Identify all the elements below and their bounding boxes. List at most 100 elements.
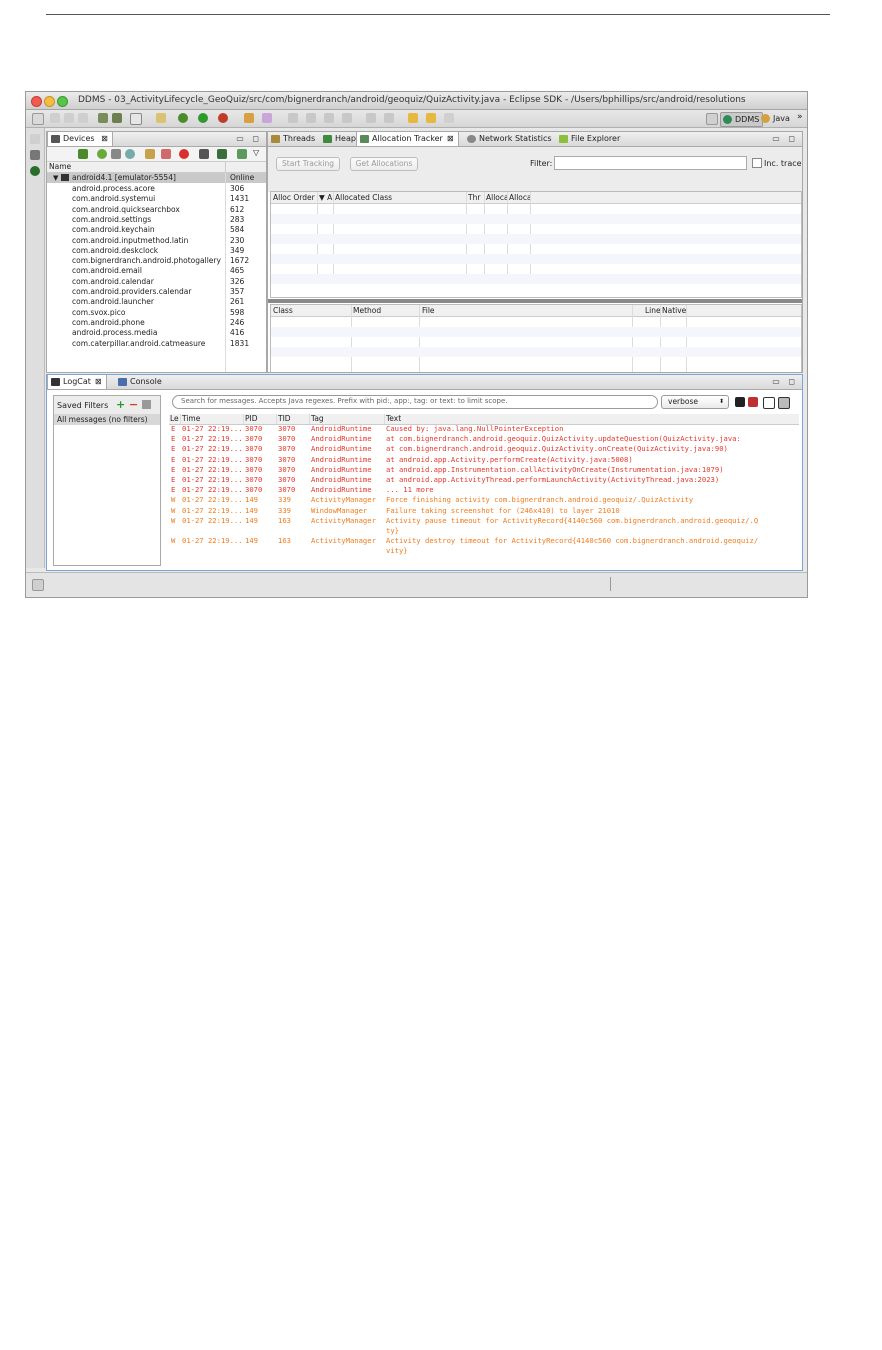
open-perspective-icon[interactable] [706, 113, 718, 125]
process-row[interactable]: com.android.launcher 261 [47, 297, 266, 307]
all-messages-filter[interactable]: All messages (no filters) [54, 414, 160, 425]
save-icon[interactable] [50, 113, 60, 123]
allocated-in-header[interactable]: Alloca [486, 192, 509, 203]
print-icon[interactable] [78, 113, 88, 123]
emulator-control-icon[interactable] [30, 150, 40, 160]
new-android-project-icon[interactable] [156, 113, 166, 123]
time-column-header[interactable]: Time [182, 414, 200, 424]
log-row[interactable]: E 01-27 22:19... 3070 3070 AndroidRuntime at… [169, 455, 799, 465]
debug-process-icon[interactable] [78, 149, 88, 159]
update-heap-icon[interactable] [97, 149, 107, 159]
minimize-maximize-icons[interactable]: ▭ ◻ [772, 134, 798, 143]
device-row[interactable]: ▼ android4.1 [emulator-5554] Online [47, 173, 266, 183]
toggle-mark-occurrences-icon[interactable] [324, 113, 334, 123]
process-row[interactable]: com.android.keychain 584 [47, 225, 266, 235]
tab-file-explorer[interactable]: File Explorer [556, 132, 624, 146]
external-tools-icon[interactable] [218, 113, 228, 123]
forward-icon[interactable] [444, 113, 454, 123]
alloc-order-header[interactable]: Alloc Order [273, 192, 315, 203]
systrace-icon[interactable] [237, 149, 247, 159]
process-row[interactable]: com.caterpillar.android.catmeasure 1831 [47, 339, 266, 349]
search-input[interactable]: Search for messages. Accepts Java regexe… [172, 395, 658, 409]
edit-filter-icon[interactable] [142, 400, 151, 409]
log-row[interactable]: ty} [169, 526, 799, 536]
allocation-size-header[interactable]: ▼ A [319, 192, 332, 203]
dump-hprof-icon[interactable] [111, 149, 121, 159]
scroll-lock-icon[interactable] [778, 397, 790, 409]
tab-logcat[interactable]: LogCat ⊠ [47, 375, 107, 389]
process-row[interactable]: com.android.inputmethod.latin 230 [47, 236, 266, 246]
process-row[interactable]: com.android.systemui 1431 [47, 194, 266, 204]
next-annotation-icon[interactable] [366, 113, 376, 123]
toggle-saved-filters-icon[interactable] [763, 397, 775, 409]
expand-triangle-icon[interactable]: ▼ [53, 173, 58, 183]
last-edit-location-icon[interactable] [408, 113, 418, 123]
screen-capture-icon[interactable] [199, 149, 209, 159]
process-row[interactable]: com.android.calendar 326 [47, 277, 266, 287]
log-row[interactable]: W 01-27 22:19... 149 339 WindowManager Failur… [169, 506, 799, 516]
pid-column-header[interactable]: PID [245, 414, 258, 424]
tab-console[interactable]: Console [115, 375, 166, 389]
process-row[interactable]: android.process.media 416 [47, 328, 266, 338]
perspective-java[interactable]: Java [759, 112, 793, 125]
save-all-icon[interactable] [64, 113, 74, 123]
process-row[interactable]: android.process.acore 306 [47, 184, 266, 194]
process-row[interactable]: com.android.phone 246 [47, 318, 266, 328]
restore-icon[interactable] [30, 134, 40, 144]
avd-manager-icon[interactable] [112, 113, 122, 123]
run-icon[interactable] [198, 113, 208, 123]
debug-icon[interactable] [178, 113, 188, 123]
perspective-ddms[interactable]: DDMS [720, 112, 764, 127]
allocated-in-method-header[interactable]: Alloca [509, 192, 532, 203]
clear-log-icon[interactable] [748, 397, 758, 407]
search-icon[interactable] [306, 113, 316, 123]
method-header[interactable]: Method [353, 305, 381, 316]
show-whitespace-icon[interactable] [342, 113, 352, 123]
native-header[interactable]: Native [662, 305, 686, 316]
text-column-header[interactable]: Text [386, 414, 401, 424]
log-row[interactable]: vity} [169, 546, 799, 556]
start-tracking-button[interactable]: Start Tracking [276, 157, 340, 171]
log-row[interactable]: E 01-27 22:19... 3070 3070 AndroidRuntime at… [169, 465, 799, 475]
log-row[interactable]: E 01-27 22:19... 3070 3070 AndroidRuntime at… [169, 475, 799, 485]
log-row[interactable]: W 01-27 22:19... 149 163 ActivityManager Acti… [169, 516, 799, 526]
tab-heap[interactable]: Heap [320, 132, 360, 146]
process-row[interactable]: com.android.quicksearchbox 612 [47, 205, 266, 215]
back-icon[interactable] [426, 113, 436, 123]
process-row[interactable]: com.svox.pico 598 [47, 308, 266, 318]
tid-column-header[interactable]: TID [278, 414, 291, 424]
view-menu-icon[interactable]: ▽ [253, 148, 259, 157]
previous-annotation-icon[interactable] [384, 113, 394, 123]
new-java-package-icon[interactable] [244, 113, 254, 123]
android-sdk-manager-icon[interactable] [98, 113, 108, 123]
process-row[interactable]: com.android.deskclock 349 [47, 246, 266, 256]
new-file-icon[interactable] [32, 113, 44, 125]
name-column-header[interactable]: Name [49, 161, 71, 172]
close-window-button[interactable] [31, 96, 42, 107]
remove-filter-icon[interactable]: − [129, 398, 138, 411]
thread-id-header[interactable]: Thr [468, 192, 480, 203]
save-log-icon[interactable] [735, 397, 745, 407]
line-header[interactable]: Line [645, 305, 661, 316]
get-allocations-button[interactable]: Get Allocations [350, 157, 418, 171]
close-tab-icon[interactable]: ⊠ [95, 377, 102, 386]
log-row[interactable]: W 01-27 22:19... 149 163 ActivityManager Acti… [169, 536, 799, 546]
add-filter-icon[interactable]: + [116, 398, 125, 411]
allocated-class-header[interactable]: Allocated Class [335, 192, 392, 203]
log-row[interactable]: E 01-27 22:19... 3070 3070 AndroidRuntime ..… [169, 485, 799, 495]
log-row[interactable]: E 01-27 22:19... 3070 3070 AndroidRuntime Cau… [169, 424, 799, 434]
process-row[interactable]: com.android.settings 283 [47, 215, 266, 225]
minimize-maximize-icons[interactable]: ▭ ◻ [772, 377, 798, 386]
open-type-icon[interactable] [288, 113, 298, 123]
log-row[interactable]: W 01-27 22:19... 149 339 ActivityManager For… [169, 495, 799, 505]
ddms-view-icon[interactable] [30, 166, 40, 176]
level-column-header[interactable]: Le [170, 414, 179, 424]
method-profiling-icon[interactable] [161, 149, 171, 159]
process-row[interactable]: com.bignerdranch.android.photogallery 167… [47, 256, 266, 266]
sash-divider[interactable] [268, 299, 802, 303]
fast-view-icon[interactable] [32, 579, 44, 591]
close-tab-icon[interactable]: ⊠ [101, 134, 108, 143]
tab-devices[interactable]: Devices ⊠ [47, 132, 113, 146]
tab-allocation-tracker[interactable]: Allocation Tracker ⊠ [356, 132, 459, 146]
filter-input[interactable] [554, 156, 747, 170]
